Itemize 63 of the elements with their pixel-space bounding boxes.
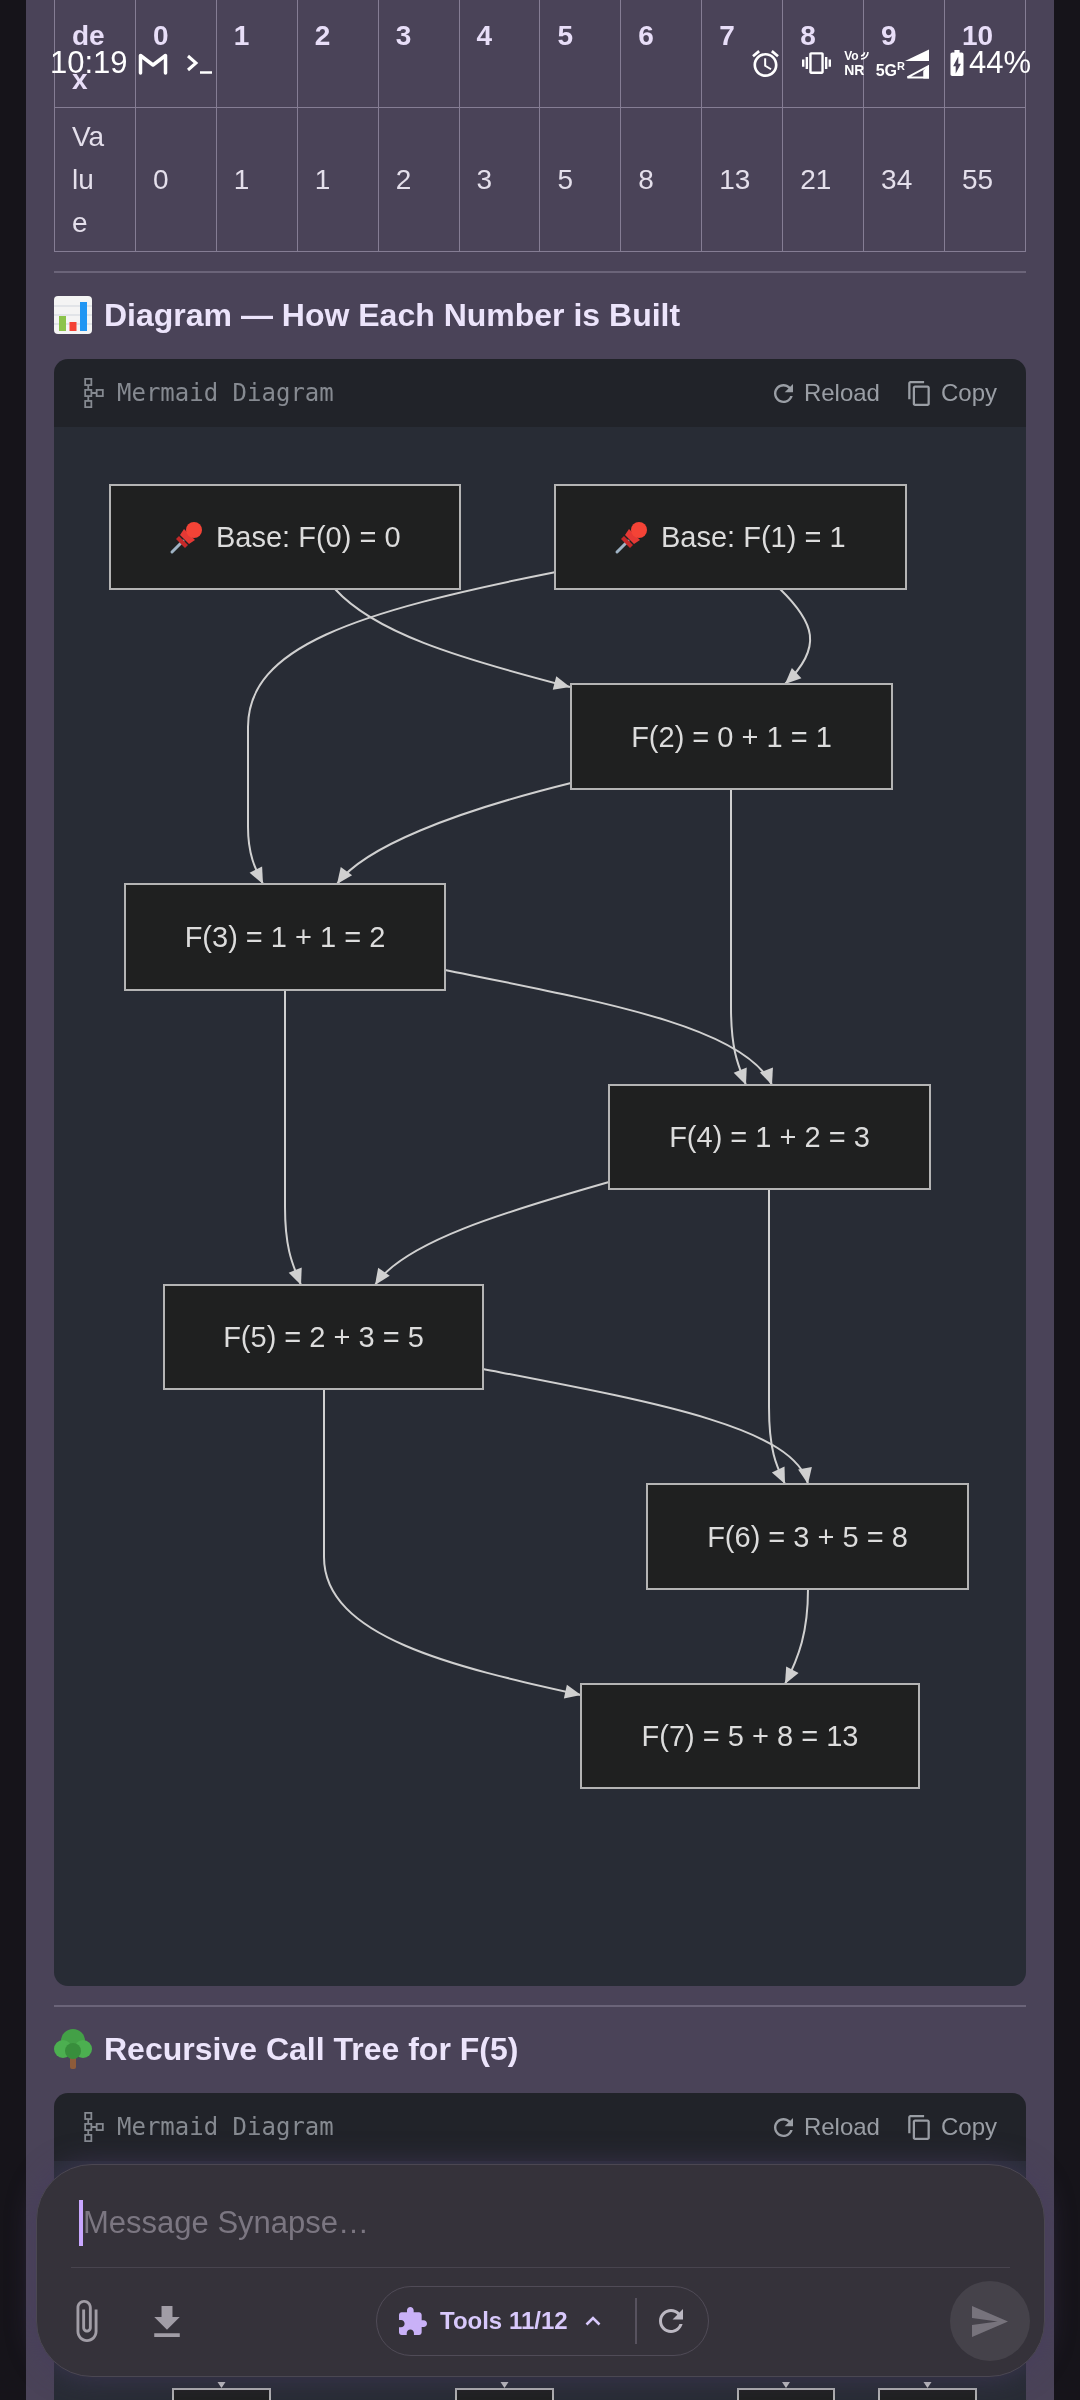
- table-cell: 34: [863, 107, 945, 252]
- alarm-clock-icon: [752, 49, 780, 77]
- bar-chart-icon: [54, 296, 92, 334]
- roaming-mark: R: [897, 60, 905, 72]
- node-label: F(4) = 1 + 2 = 3: [669, 1121, 870, 1153]
- table-cell: 1: [216, 107, 298, 252]
- table-header-cell: 0: [135, 0, 217, 108]
- voice-label: Vo: [844, 50, 859, 62]
- refresh-icon: [773, 383, 793, 403]
- copy-icon: [907, 2114, 930, 2140]
- signal-waves-icon: [859, 50, 869, 60]
- flowchart-icon: [83, 2112, 105, 2142]
- table-header-cell: 3: [378, 0, 460, 108]
- section-heading: Diagram — How Each Number is Built: [104, 296, 681, 334]
- table-cell: 5: [539, 107, 621, 252]
- signal-icon: [904, 49, 929, 79]
- mail-icon: [137, 51, 168, 75]
- table-cell: 3: [459, 107, 540, 252]
- table-cell: 0: [135, 107, 217, 252]
- node-label: Base: F(0) = 0: [216, 521, 401, 553]
- table-cell: 13: [701, 107, 783, 252]
- node-label: F(7) = 5 + 8 = 13: [641, 1720, 859, 1752]
- refresh-icon: [773, 2117, 793, 2137]
- node-label: F(6) = 3 + 5 = 8: [707, 1520, 908, 1553]
- node-label: F(2) = 0 + 1 = 1: [631, 720, 832, 753]
- section-heading: Recursive Call Tree for F(5): [104, 2030, 519, 2068]
- flowchart-icon: [83, 378, 105, 408]
- message-input[interactable]: Message Synapse…: [83, 2200, 963, 2246]
- node-label: Base: F(1) = 1: [661, 521, 846, 553]
- copy-button[interactable]: Copy: [907, 379, 997, 407]
- node-label: F(5) = 2 + 3 = 5: [223, 1321, 424, 1353]
- card-title: Mermaid Diagram: [117, 2113, 334, 2141]
- table-cell: 8: [620, 107, 702, 252]
- table-cell: 55: [944, 107, 1026, 252]
- reload-button[interactable]: Reload: [773, 379, 880, 407]
- table-header-cell: 2: [297, 0, 379, 108]
- card-title: Mermaid Diagram: [117, 379, 334, 407]
- battery-percent: 44%: [968, 45, 1031, 81]
- table-header-cell: 1: [216, 0, 298, 108]
- pushpin-icon: [170, 522, 202, 554]
- table-header-cell: 5: [539, 0, 621, 108]
- download-icon: [154, 2305, 180, 2337]
- vibrate-icon: [802, 52, 832, 74]
- refresh-icon: [658, 2309, 683, 2333]
- tree-icon: [54, 2029, 92, 2069]
- network-type: 5G: [875, 63, 897, 79]
- pushpin-icon: [615, 522, 647, 554]
- node-label: F(3) = 1 + 1 = 2: [184, 921, 386, 953]
- table-header-cell: 4: [459, 0, 540, 108]
- send-icon: [972, 2305, 1008, 2337]
- table-header-cell: 6: [620, 0, 702, 108]
- copy-button[interactable]: Copy: [907, 2113, 997, 2141]
- tools-button[interactable]: Tools 11/12: [399, 2293, 601, 2349]
- puzzle-icon: [399, 2307, 427, 2335]
- paperclip-icon: [76, 2300, 98, 2342]
- copy-icon: [907, 380, 930, 406]
- table-cell: 1: [297, 107, 379, 252]
- table-cell: 21: [782, 107, 864, 252]
- voice-label: NR: [844, 63, 865, 76]
- table-cell: 2: [378, 107, 460, 252]
- reload-button[interactable]: Reload: [773, 2113, 880, 2141]
- terminal-icon: [185, 52, 212, 74]
- table-cell: Value: [54, 107, 136, 252]
